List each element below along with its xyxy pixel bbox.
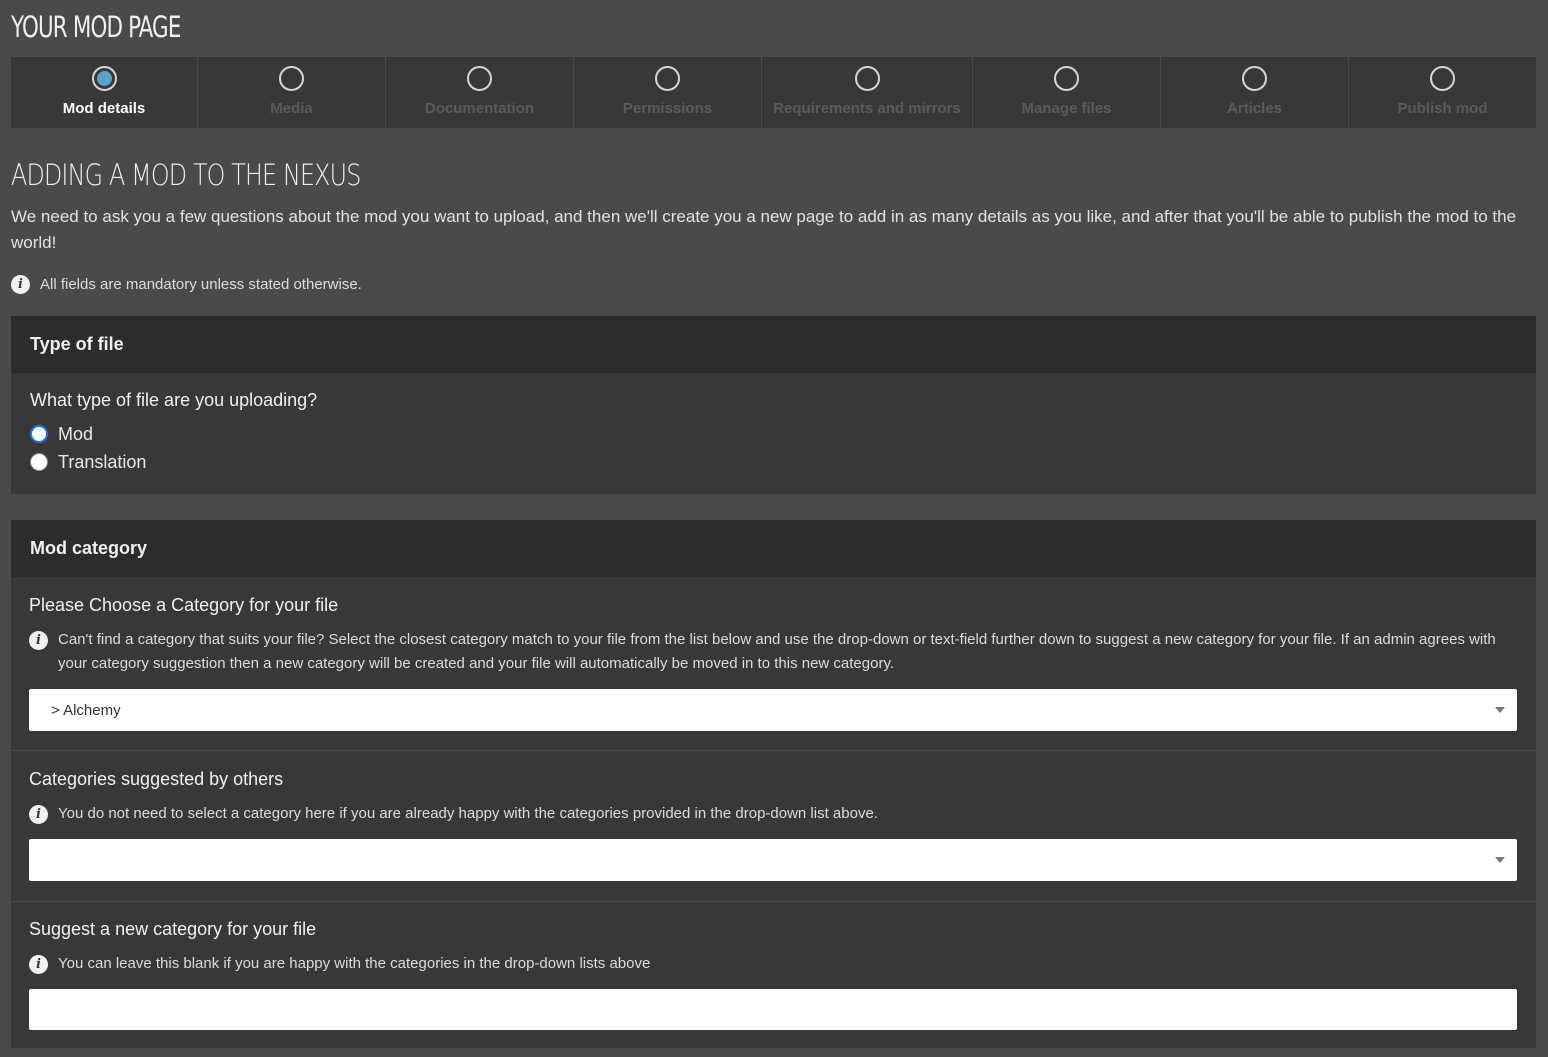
chevron-down-icon xyxy=(1495,707,1505,713)
step-label: Mod details xyxy=(62,100,146,117)
step-circle-icon xyxy=(467,66,492,91)
mandatory-note-text: All fields are mandatory unless stated o… xyxy=(40,276,362,293)
info-icon: i xyxy=(29,631,48,650)
file-type-radio-group: Mod Translation xyxy=(30,420,146,476)
step-circle-icon xyxy=(854,66,880,91)
step-label: Publish mod xyxy=(1397,100,1488,117)
step-label: Manage files xyxy=(1021,100,1112,117)
step-circle-icon xyxy=(1430,66,1455,91)
divider xyxy=(11,750,1536,751)
new-category-help: i You can leave this blank if you are ha… xyxy=(29,952,1519,976)
panel-header: Type of file xyxy=(11,316,1536,373)
step-label: Requirements and mirrors xyxy=(773,100,961,117)
step-documentation[interactable]: Documentation xyxy=(386,57,574,128)
mod-category-panel: Mod category Please Choose a Category fo… xyxy=(11,520,1536,1048)
step-circle-icon xyxy=(1054,66,1079,91)
page-title: YOUR MOD PAGE xyxy=(11,10,181,44)
category-select[interactable]: > Alchemy xyxy=(29,689,1517,731)
step-publish-mod[interactable]: Publish mod xyxy=(1349,57,1536,128)
panel-header: Mod category xyxy=(11,520,1536,577)
suggested-categories-title: Categories suggested by others xyxy=(29,769,284,789)
step-circle-icon xyxy=(91,66,117,91)
help-text: You can leave this blank if you are happ… xyxy=(58,955,651,972)
field-title: What type of file are you uploading? xyxy=(30,390,318,410)
step-mod-details[interactable]: Mod details xyxy=(11,57,198,128)
step-manage-files[interactable]: Manage files xyxy=(973,57,1161,128)
radio-label: Translation xyxy=(58,451,147,472)
new-category-input[interactable] xyxy=(29,989,1517,1030)
intro-text: We need to ask you a few questions about… xyxy=(11,207,1517,252)
info-icon: i xyxy=(29,955,48,974)
radio-translation[interactable]: Translation xyxy=(30,448,146,476)
section-heading: ADDING A MOD TO THE NEXUS xyxy=(11,158,361,192)
step-requirements-and-mirrors[interactable]: Requirements and mirrors xyxy=(762,57,973,128)
select-value: > Alchemy xyxy=(51,701,121,719)
info-icon: i xyxy=(29,805,48,824)
radio-label: Mod xyxy=(58,423,94,444)
divider xyxy=(11,901,1536,902)
new-category-title: Suggest a new category for your file xyxy=(29,919,317,939)
file-type-question: What type of file are you uploading? xyxy=(30,390,317,411)
choose-category-help: i Can't find a category that suits your … xyxy=(29,628,1519,676)
step-label: Articles xyxy=(1226,100,1283,117)
help-text: You do not need to select a category her… xyxy=(58,805,878,822)
type-of-file-panel: Type of file What type of file are you u… xyxy=(11,316,1536,494)
step-label: Documentation xyxy=(424,100,535,117)
step-label: Permissions xyxy=(622,100,713,117)
radio-mod[interactable]: Mod xyxy=(30,420,146,448)
step-label: Media xyxy=(270,100,313,117)
mandatory-note: i All fields are mandatory unless stated… xyxy=(11,275,362,294)
radio-button[interactable] xyxy=(30,453,48,471)
step-circle-icon xyxy=(1242,66,1267,91)
progress-stepper: Mod details Media Documentation Permissi… xyxy=(11,57,1536,128)
step-articles[interactable]: Articles xyxy=(1161,57,1349,128)
info-icon: i xyxy=(11,275,30,294)
choose-category-title: Please Choose a Category for your file xyxy=(29,595,339,615)
help-text: Can't find a category that suits your fi… xyxy=(58,631,1496,672)
chevron-down-icon xyxy=(1495,857,1505,863)
step-permissions[interactable]: Permissions xyxy=(574,57,762,128)
step-circle-icon xyxy=(655,66,680,91)
step-media[interactable]: Media xyxy=(198,57,386,128)
step-circle-icon xyxy=(279,66,304,91)
suggested-category-select[interactable] xyxy=(29,839,1517,881)
suggested-categories-help: i You do not need to select a category h… xyxy=(29,802,1519,826)
radio-button[interactable] xyxy=(30,425,48,443)
